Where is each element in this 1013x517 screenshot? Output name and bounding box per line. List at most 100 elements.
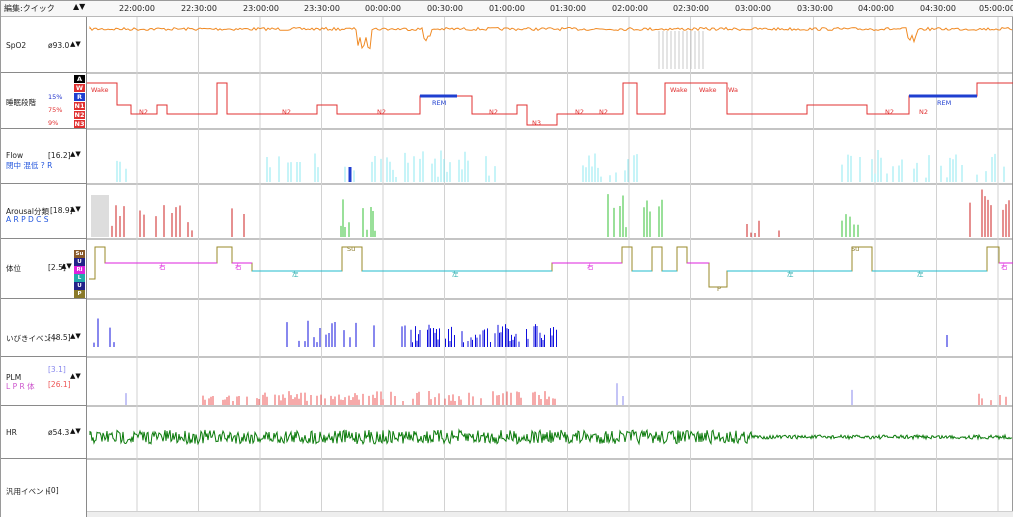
channel-labels-panel: SpO2 ø93.0 ▲▼ 睡眠段階 15% 75% 9% A W R N1 N… <box>1 17 87 517</box>
hypnogram-label: N2 <box>282 108 291 116</box>
stage-r-box[interactable]: R <box>74 93 85 101</box>
arousal-row-label[interactable]: Arousal分類 [18.9] ▲▼ A R P D C S <box>1 184 87 239</box>
time-label: 04:00:00 <box>858 4 894 13</box>
stage-n1-box[interactable]: N1 <box>74 102 85 110</box>
time-label: 02:00:00 <box>612 4 648 13</box>
wake-percentage: 9% <box>48 119 59 127</box>
hypnogram-label: N2 <box>919 108 928 116</box>
position-left-box[interactable]: L <box>74 274 85 282</box>
position-label: Su <box>347 245 355 253</box>
flow-value: [16.2] <box>48 151 71 160</box>
position-label: 右 <box>1001 262 1008 271</box>
hypnogram-label: REM <box>432 99 446 107</box>
hypnogram-label: N3 <box>532 119 541 127</box>
plm-value-leg: [3.1] <box>48 365 66 374</box>
flow-name: Flow <box>6 151 24 160</box>
snore-value: [48.5] <box>48 333 71 342</box>
position-label: 右 <box>159 262 166 271</box>
time-label: 05:00:00 <box>979 4 1013 13</box>
hr-name: HR <box>6 428 17 437</box>
spo2-row-label[interactable]: SpO2 ø93.0 ▲▼ <box>1 17 87 73</box>
flow-scale-arrows[interactable]: ▲▼ <box>70 150 81 158</box>
time-label: 04:30:00 <box>920 4 956 13</box>
position-row-label[interactable]: 体位 [2.5] ▲▼ Su U Ri L U P <box>1 239 87 299</box>
position-label: P <box>717 285 721 293</box>
position-supine-box[interactable]: Su <box>74 250 85 258</box>
position-right-box[interactable]: Ri <box>74 266 85 274</box>
spo2-name: SpO2 <box>6 41 27 50</box>
general-events-row-label[interactable]: 汎用イベント [0] <box>1 459 87 517</box>
hypnogram-label: N2 <box>377 108 386 116</box>
plm-row-label[interactable]: PLM [3.1] [26.1] ▲▼ L P R 体 <box>1 357 87 406</box>
position-scale-arrows[interactable]: ▲▼ <box>61 262 72 270</box>
hypnogram-label: N2 <box>139 108 148 116</box>
general-events-name: 汎用イベント <box>6 487 51 496</box>
position-upright-box[interactable]: U <box>74 258 85 266</box>
snore-scale-arrows[interactable]: ▲▼ <box>70 332 81 340</box>
position-label: 左 <box>917 269 924 278</box>
signal-plot-area[interactable]: Wake N2 N2 N2 REM N2 N3 N2 N2 Wake Wake Wa N2 N2 REM 右 右… <box>87 17 1013 517</box>
zoom-arrows[interactable]: ▲▼ <box>73 2 85 11</box>
time-label: 23:30:00 <box>304 4 340 13</box>
time-label: 23:00:00 <box>243 4 279 13</box>
stage-n3-box[interactable]: N3 <box>74 120 85 128</box>
hypnogram-label: Wake <box>670 86 688 94</box>
position-label: 左 <box>787 269 794 278</box>
arousal-artifact <box>91 195 109 237</box>
spo2-scale-arrows[interactable]: ▲▼ <box>70 40 81 48</box>
stage-a-box[interactable]: A <box>74 75 85 83</box>
time-label: 03:00:00 <box>735 4 771 13</box>
position-upright2-box[interactable]: U <box>74 282 85 290</box>
position-label: 左 <box>452 269 459 278</box>
flow-legend: 閉中 混低 ? R <box>6 161 53 170</box>
position-trace <box>89 246 1013 288</box>
time-label: 03:30:00 <box>797 4 833 13</box>
sleep-study-viewer: 編集:クイック ▲▼ 22:00:00 22:30:00 23:00:00 23… <box>0 0 1013 517</box>
hr-value: ø54.3 <box>48 428 70 437</box>
hypnogram-label: N2 <box>599 108 608 116</box>
hypnogram-label: Wa <box>728 86 738 94</box>
signal-traces: Wake N2 N2 N2 REM N2 N3 N2 N2 Wake Wake Wa N2 N2 REM 右 右… <box>87 17 1013 511</box>
arousal-scale-arrows[interactable]: ▲▼ <box>70 205 81 213</box>
hypnogram-trace <box>87 82 1013 126</box>
general-events-value: [0] <box>48 486 59 495</box>
position-label: Su <box>851 245 859 253</box>
spo2-value: ø93.0 <box>48 41 70 50</box>
nrem-percentage: 75% <box>48 106 63 114</box>
flow-row-label[interactable]: Flow [16.2] ▲▼ 閉中 混低 ? R <box>1 129 87 184</box>
rem-percentage: 15% <box>48 93 63 101</box>
stage-w-box[interactable]: W <box>74 84 85 92</box>
hr-trace <box>89 428 1013 446</box>
spo2-trace <box>89 25 1013 50</box>
position-label: 右 <box>587 262 594 271</box>
time-label: 01:00:00 <box>489 4 525 13</box>
hypnogram-label: Wake <box>699 86 717 94</box>
sleep-stage-name: 睡眠段階 <box>6 98 36 107</box>
position-prone-box[interactable]: P <box>74 290 85 298</box>
snore-row-label[interactable]: いびきイベント [48.5] ▲▼ <box>1 299 87 357</box>
hr-row-label[interactable]: HR ø54.3 ▲▼ <box>1 406 87 459</box>
position-label: 右 <box>235 262 242 271</box>
hypnogram-label: N2 <box>489 108 498 116</box>
time-axis-header: 編集:クイック ▲▼ 22:00:00 22:30:00 23:00:00 23… <box>1 1 1013 17</box>
plm-value-total: [26.1] <box>48 380 71 389</box>
time-label: 22:00:00 <box>119 4 155 13</box>
time-label: 00:30:00 <box>427 4 463 13</box>
time-label: 01:30:00 <box>550 4 586 13</box>
hypnogram-label: N2 <box>575 108 584 116</box>
time-label: 22:30:00 <box>181 4 217 13</box>
stage-n2-box[interactable]: N2 <box>74 111 85 119</box>
arousal-legend: A R P D C S <box>6 215 49 224</box>
time-label: 00:00:00 <box>365 4 401 13</box>
hypnogram-label: REM <box>937 99 951 107</box>
horizontal-scrollbar[interactable] <box>87 511 1013 517</box>
hypnogram-label: Wake <box>91 86 109 94</box>
time-label: 02:30:00 <box>673 4 709 13</box>
plm-scale-arrows[interactable]: ▲▼ <box>70 372 81 380</box>
plm-legend: L P R 体 <box>6 382 35 391</box>
position-label: 左 <box>292 269 299 278</box>
sleep-stage-row-label[interactable]: 睡眠段階 15% 75% 9% A W R N1 N2 N3 <box>1 73 87 129</box>
hr-scale-arrows[interactable]: ▲▼ <box>70 427 81 435</box>
position-name: 体位 <box>6 264 21 273</box>
edit-mode-label[interactable]: 編集:クイック <box>4 3 55 14</box>
